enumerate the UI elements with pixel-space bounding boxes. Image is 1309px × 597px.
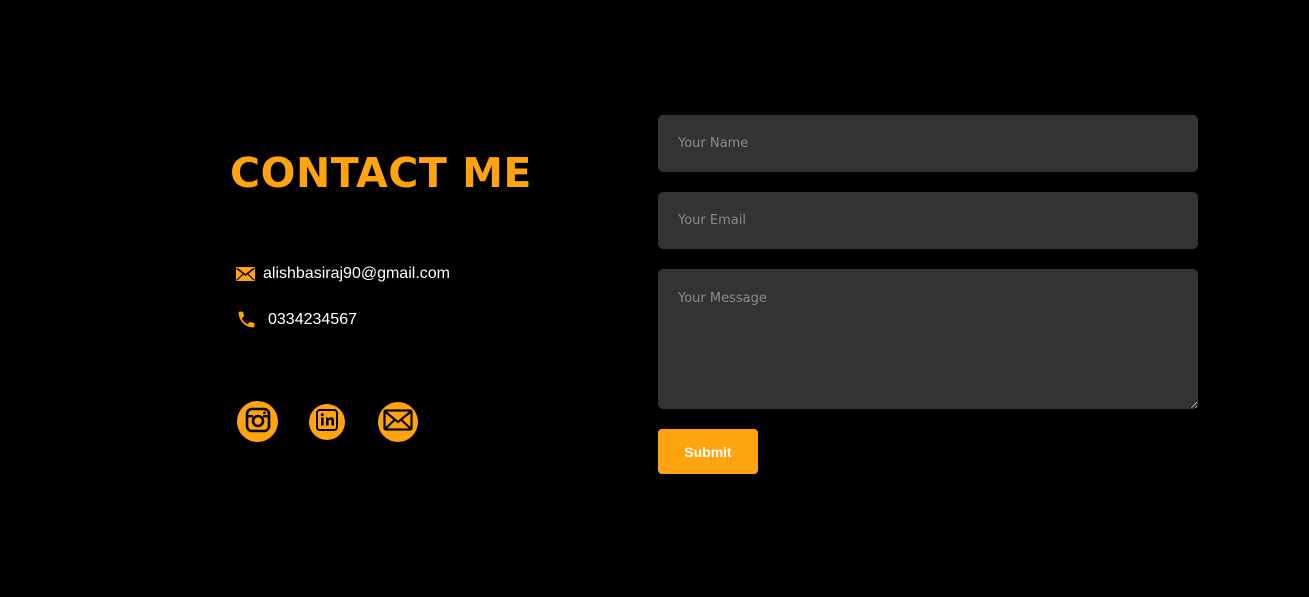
phone-icon <box>236 309 257 330</box>
linkedin-icon <box>315 408 339 436</box>
contact-email-row: alishbasiraj90@gmail.com <box>236 265 450 283</box>
instagram-icon <box>244 406 272 438</box>
contact-info-panel: CONTACT ME alishbasiraj90@gmail.com 0334… <box>230 145 590 442</box>
page-title: CONTACT ME <box>230 149 532 197</box>
contact-form: Submit <box>658 115 1198 474</box>
mail-icon <box>236 267 255 281</box>
message-textarea[interactable] <box>658 269 1198 409</box>
name-input[interactable] <box>658 115 1198 172</box>
email-input[interactable] <box>658 192 1198 249</box>
contact-phone-row: 0334234567 <box>236 309 357 330</box>
contact-phone-text[interactable]: 0334234567 <box>268 311 357 329</box>
submit-button[interactable]: Submit <box>658 429 758 474</box>
linkedin-link[interactable] <box>309 403 345 440</box>
social-links <box>237 401 418 442</box>
contact-page: CONTACT ME alishbasiraj90@gmail.com 0334… <box>0 0 1309 597</box>
instagram-link[interactable] <box>237 401 278 442</box>
contact-email-text[interactable]: alishbasiraj90@gmail.com <box>263 265 450 283</box>
email-link[interactable] <box>378 401 418 442</box>
envelope-icon <box>383 408 413 435</box>
